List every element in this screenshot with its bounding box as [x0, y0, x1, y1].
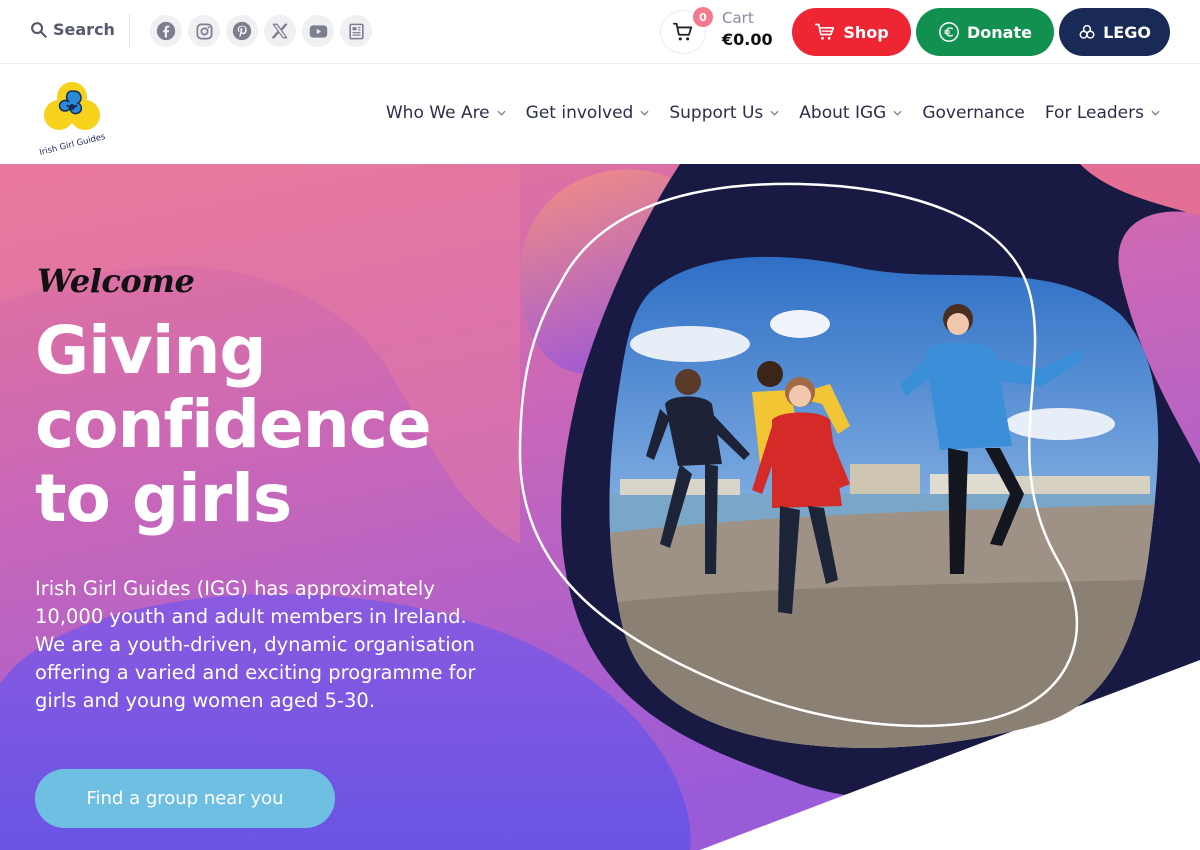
donate-button[interactable]: Donate [916, 8, 1054, 56]
hero-section: Welcome Giving confidence to girls Irish… [0, 164, 1200, 850]
welcome-script: Welcome [37, 262, 195, 300]
cart-total: €0.00 [722, 30, 773, 50]
hero-photo [609, 256, 1159, 748]
nav-item-governance[interactable]: Governance [922, 103, 1025, 123]
pinterest-icon [232, 21, 252, 41]
lego-button[interactable]: LEGO [1059, 8, 1170, 56]
headline-line: confidence [35, 386, 432, 463]
trefoil-icon [1079, 24, 1095, 39]
nav-label: For Leaders [1044, 103, 1144, 123]
youtube-icon [309, 24, 327, 38]
cart-icon [672, 22, 693, 41]
youtube-link[interactable] [302, 15, 334, 47]
pinterest-link[interactable] [226, 15, 258, 47]
headline-line: Giving [35, 312, 267, 389]
instagram-icon [196, 23, 212, 39]
nav-item-for-leaders[interactable]: For Leaders [1045, 103, 1160, 123]
hero-intro: Irish Girl Guides (IGG) has approximatel… [35, 577, 476, 712]
search-button[interactable]: Search [30, 20, 115, 39]
nav-item-support-us[interactable]: Support Us [669, 103, 779, 123]
headline-line: to girls [35, 460, 292, 537]
search-label: Search [53, 20, 115, 39]
nav-item-who-we-are[interactable]: Who We Are [386, 103, 506, 123]
nav-label: About IGG [799, 103, 887, 123]
hero-headline: Giving confidence to girls [35, 314, 505, 536]
nav-label: Governance [922, 103, 1025, 123]
cart-summary[interactable]: Cart €0.00 [722, 9, 773, 50]
cart-count-badge: 0 [693, 7, 713, 27]
donate-label: Donate [967, 22, 1032, 42]
chevron-down-icon [893, 110, 902, 116]
facebook-link[interactable] [150, 15, 182, 47]
instagram-link[interactable] [188, 15, 220, 47]
nav-item-get-involved[interactable]: Get involved [526, 103, 650, 123]
facebook-icon [156, 21, 176, 41]
shop-button[interactable]: Shop [792, 8, 911, 56]
nav-label: Support Us [669, 103, 764, 123]
chevron-down-icon [1151, 110, 1160, 116]
main-navigation: Who We Are Get involved Support Us About… [386, 103, 1160, 123]
irish-girl-guides-logo[interactable]: Irish Girl Guides [34, 77, 110, 157]
x-icon [271, 23, 288, 39]
chevron-down-icon [640, 110, 649, 116]
nav-label: Get involved [525, 103, 634, 123]
nav-label: Who We Are [385, 103, 490, 123]
newsletter-link[interactable] [340, 15, 372, 47]
nav-item-about-igg[interactable]: About IGG [799, 103, 902, 123]
cart-label: Cart [722, 9, 754, 27]
x-link[interactable] [264, 15, 296, 47]
main-header: Irish Girl Guides Who We Are Get involve… [0, 65, 1200, 164]
euro-icon [939, 22, 959, 42]
chevron-down-icon [497, 110, 506, 116]
social-links [150, 15, 372, 47]
top-bar: Search 0 Cart €0.00 Shop Donate LEGO [0, 0, 1200, 64]
shopping-cart-icon [815, 23, 835, 40]
find-group-button[interactable]: Find a group near you [35, 769, 335, 828]
newsletter-icon [348, 23, 364, 39]
search-icon [31, 22, 47, 38]
lego-label: LEGO [1103, 22, 1151, 42]
topbar-divider [129, 14, 130, 48]
chevron-down-icon [770, 110, 779, 116]
shop-label: Shop [843, 22, 889, 42]
logo-text: Irish Girl Guides [38, 132, 107, 157]
